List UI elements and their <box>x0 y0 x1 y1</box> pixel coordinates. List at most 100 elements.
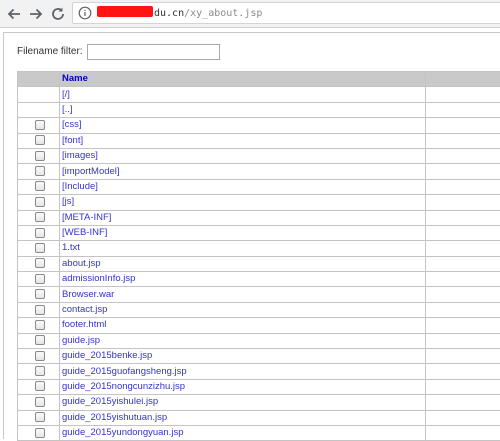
table-row: [META-INF] <box>18 210 500 225</box>
file-link[interactable]: [META-INF] <box>62 212 111 223</box>
row-checkbox[interactable] <box>35 366 45 376</box>
info-icon[interactable] <box>78 6 92 20</box>
row-extra-cell <box>426 118 500 133</box>
url-text: du.cn/xy_about.jsp <box>97 6 262 21</box>
forward-arrow-icon[interactable] <box>27 5 45 23</box>
file-link[interactable]: admissionInfo.jsp <box>62 273 135 284</box>
file-link[interactable]: guide_2015yishutuan.jsp <box>62 412 167 423</box>
row-checkbox[interactable] <box>35 166 45 176</box>
file-link[interactable]: guide_2015benke.jsp <box>62 350 152 361</box>
file-link[interactable]: about.jsp <box>62 258 101 269</box>
file-link[interactable]: guide_2015yishulei.jsp <box>62 396 158 407</box>
reload-icon[interactable] <box>49 5 67 23</box>
row-extra-cell <box>426 333 500 348</box>
row-name-cell: [/] <box>60 87 426 102</box>
row-checkbox[interactable] <box>35 212 45 222</box>
address-bar[interactable]: du.cn/xy_about.jsp <box>72 2 500 24</box>
row-name-cell: [font] <box>60 133 426 148</box>
row-extra-cell <box>426 210 500 225</box>
row-extra-cell <box>426 87 500 102</box>
file-link[interactable]: guide_2015guofangsheng.jsp <box>62 366 187 377</box>
row-extra-cell <box>426 241 500 256</box>
file-link[interactable]: 1.txt <box>62 242 80 253</box>
file-link[interactable]: guide_2015nongcunzizhu.jsp <box>62 381 185 392</box>
row-check-cell <box>18 364 60 379</box>
row-checkbox[interactable] <box>35 197 45 207</box>
row-checkbox[interactable] <box>35 412 45 422</box>
row-check-cell <box>18 210 60 225</box>
filename-filter: Filename filter: <box>17 43 220 61</box>
row-checkbox[interactable] <box>35 135 45 145</box>
row-checkbox[interactable] <box>35 397 45 407</box>
row-check-cell <box>18 102 60 117</box>
row-checkbox[interactable] <box>35 181 45 191</box>
table-row: contact.jsp <box>18 302 500 317</box>
row-check-cell <box>18 256 60 271</box>
filter-input[interactable] <box>87 44 220 60</box>
row-checkbox[interactable] <box>35 120 45 130</box>
row-checkbox[interactable] <box>35 274 45 284</box>
file-link[interactable]: [js] <box>62 196 74 207</box>
table-row: [images] <box>18 148 500 163</box>
table-row: guide_2015nongcunzizhu.jsp <box>18 379 500 394</box>
row-name-cell: 1.txt <box>60 241 426 256</box>
row-extra-cell <box>426 225 500 240</box>
table-row: Browser.war <box>18 287 500 302</box>
row-checkbox[interactable] <box>35 351 45 361</box>
row-check-cell <box>18 302 60 317</box>
file-link[interactable]: [..] <box>62 104 73 115</box>
file-link[interactable]: Browser.war <box>62 289 114 300</box>
row-checkbox[interactable] <box>35 335 45 345</box>
row-extra-cell <box>426 195 500 210</box>
row-checkbox[interactable] <box>35 151 45 161</box>
back-arrow-icon[interactable] <box>5 5 23 23</box>
row-checkbox[interactable] <box>35 228 45 238</box>
row-check-cell <box>18 87 60 102</box>
row-name-cell: guide_2015yishutuan.jsp <box>60 410 426 425</box>
file-link[interactable]: [css] <box>62 119 82 130</box>
row-check-cell <box>18 133 60 148</box>
row-extra-cell <box>426 410 500 425</box>
file-link[interactable]: [font] <box>62 135 83 146</box>
row-name-cell: [..] <box>60 102 426 117</box>
row-extra-cell <box>426 148 500 163</box>
table-header-row: Name <box>18 72 500 87</box>
row-extra-cell <box>426 256 500 271</box>
file-link[interactable]: guide_2015yundongyuan.jsp <box>62 427 184 438</box>
row-checkbox[interactable] <box>35 243 45 253</box>
row-name-cell: Browser.war <box>60 287 426 302</box>
url-host: du.cn <box>154 8 184 19</box>
file-link[interactable]: [Include] <box>62 181 98 192</box>
row-checkbox[interactable] <box>35 428 45 438</box>
column-header-name[interactable]: Name <box>60 72 426 87</box>
row-check-cell <box>18 241 60 256</box>
row-extra-cell <box>426 364 500 379</box>
file-link[interactable]: [/] <box>62 89 70 100</box>
page-content: Filename filter: Name [/] [..] [css] [font]… <box>3 32 500 439</box>
row-checkbox[interactable] <box>35 289 45 299</box>
table-row: [css] <box>18 118 500 133</box>
row-check-cell <box>18 349 60 364</box>
file-link[interactable]: footer.html <box>62 319 106 330</box>
file-link[interactable]: contact.jsp <box>62 304 107 315</box>
row-extra-cell <box>426 395 500 410</box>
row-checkbox[interactable] <box>35 381 45 391</box>
row-check-cell <box>18 379 60 394</box>
row-extra-cell <box>426 318 500 333</box>
row-checkbox[interactable] <box>35 258 45 268</box>
file-link[interactable]: guide.jsp <box>62 335 100 346</box>
row-extra-cell <box>426 272 500 287</box>
row-check-cell <box>18 164 60 179</box>
row-checkbox[interactable] <box>35 320 45 330</box>
file-link[interactable]: [WEB-INF] <box>62 227 107 238</box>
file-link[interactable]: [images] <box>62 150 98 161</box>
row-check-cell <box>18 318 60 333</box>
row-checkbox[interactable] <box>35 305 45 315</box>
row-extra-cell <box>426 349 500 364</box>
file-link[interactable]: [importModel] <box>62 166 120 177</box>
row-name-cell: contact.jsp <box>60 302 426 317</box>
row-name-cell: [images] <box>60 148 426 163</box>
row-extra-cell <box>426 302 500 317</box>
table-row: guide_2015guofangsheng.jsp <box>18 364 500 379</box>
row-check-cell <box>18 195 60 210</box>
